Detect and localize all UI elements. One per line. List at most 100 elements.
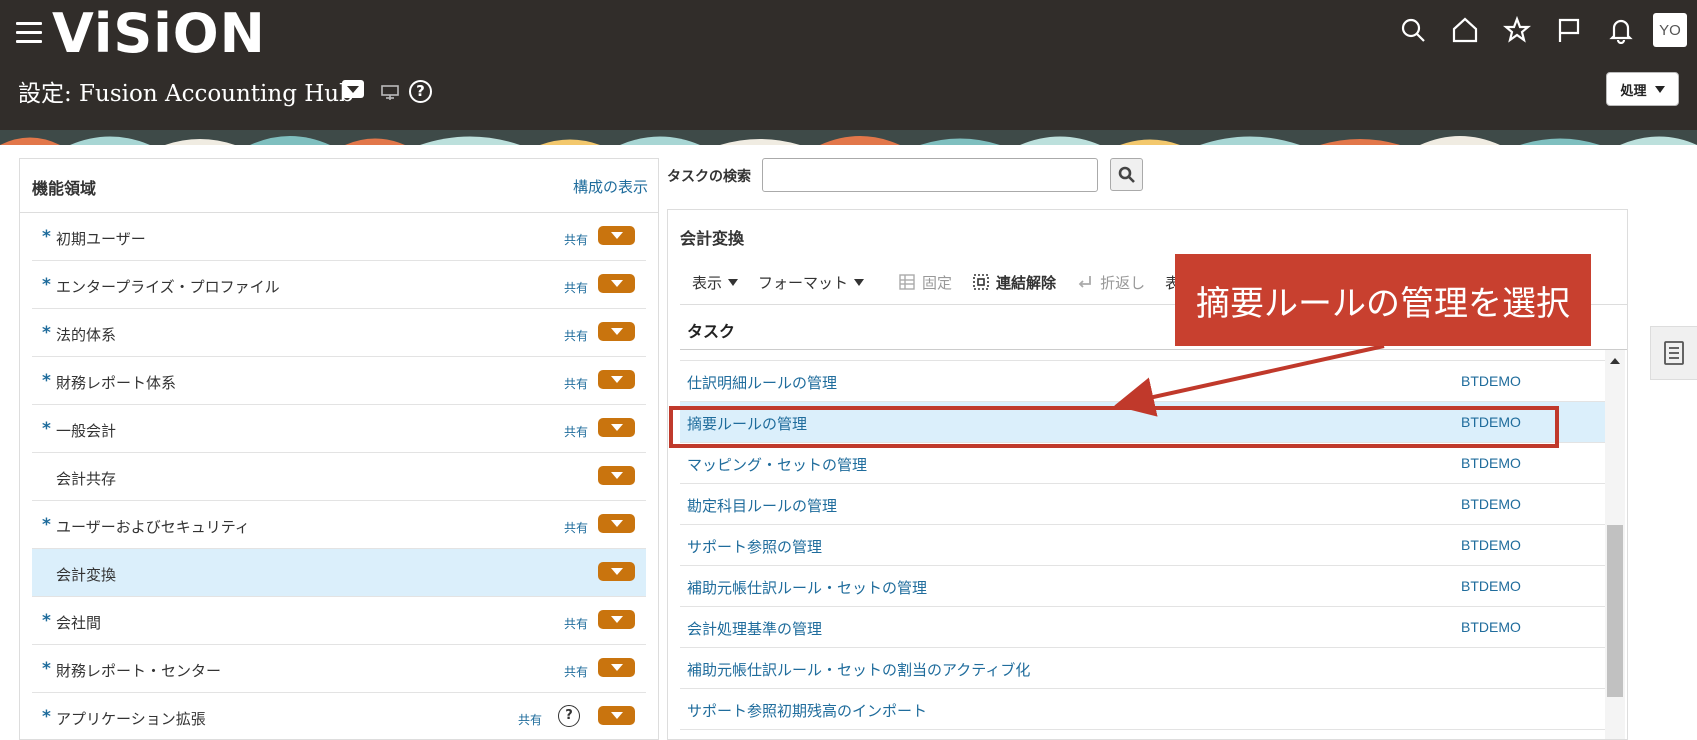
freeze-button[interactable]: 固定 (898, 272, 952, 293)
tasks-panel-title: 会計変換 (680, 229, 745, 248)
required-marker: * (42, 323, 51, 343)
format-label: フォーマット (758, 273, 849, 292)
task-link[interactable]: 仕訳明細ルールの管理 (687, 372, 837, 393)
area-label: アプリケーション拡張 (56, 710, 206, 728)
table-row[interactable]: 補助元帳仕訳ルール・セットの管理 BTDEMO (680, 566, 1605, 607)
task-owner[interactable]: BTDEMO (1461, 578, 1521, 594)
vertical-scrollbar[interactable] (1605, 350, 1625, 739)
status-dropdown[interactable] (598, 514, 635, 533)
area-row-initial-users[interactable]: * 初期ユーザー 共有 (32, 213, 646, 261)
status-dropdown[interactable] (598, 370, 635, 389)
help-icon[interactable]: ? (558, 705, 580, 727)
shared-link[interactable]: 共有 (564, 231, 588, 248)
area-row-application-extensions[interactable]: * アプリケーション拡張 共有 ? (32, 693, 646, 740)
detach-button[interactable]: 連結解除 (972, 272, 1056, 293)
required-marker: * (42, 275, 51, 295)
page-title-dropdown[interactable] (342, 80, 364, 98)
scroll-up-icon[interactable] (1610, 358, 1620, 364)
area-label: 会計共存 (56, 470, 117, 488)
help-icon[interactable]: ? (409, 80, 432, 103)
shared-link[interactable]: 共有 (564, 663, 588, 680)
status-dropdown[interactable] (598, 658, 635, 677)
area-label: ユーザーおよびセキュリティ (56, 518, 250, 536)
tool-icon[interactable] (380, 84, 400, 102)
shared-link[interactable]: 共有 (564, 615, 588, 632)
task-link[interactable]: マッピング・セットの管理 (687, 454, 867, 475)
area-row-users-and-security[interactable]: * ユーザーおよびセキュリティ 共有 (32, 501, 646, 549)
shared-link[interactable]: 共有 (564, 279, 588, 296)
status-dropdown[interactable] (598, 226, 635, 245)
table-row[interactable]: 会計処理基準の管理 BTDEMO (680, 607, 1605, 648)
scrollbar-thumb[interactable] (1607, 525, 1623, 697)
area-row-intercompany[interactable]: * 会社間 共有 (32, 597, 646, 645)
required-marker: * (42, 707, 51, 727)
side-panel-tab[interactable] (1650, 326, 1697, 380)
shared-link[interactable]: 共有 (564, 327, 588, 344)
star-icon[interactable] (1501, 14, 1533, 46)
area-row-general-ledger[interactable]: * 一般会計 共有 (32, 405, 646, 453)
table-row[interactable]: マッピング・セットの管理 BTDEMO (680, 443, 1605, 484)
status-dropdown[interactable] (598, 610, 635, 629)
area-row-financial-reporting-center[interactable]: * 財務レポート・センター 共有 (32, 645, 646, 693)
view-menu[interactable]: 表示 (692, 272, 739, 293)
area-label: 会計変換 (56, 566, 117, 584)
task-owner[interactable]: BTDEMO (1461, 496, 1521, 512)
wrap-button[interactable]: 折返し (1076, 272, 1145, 293)
area-row-financial-reporting-structures[interactable]: * 財務レポート体系 共有 (32, 357, 646, 405)
table-row[interactable]: 仕訳明細ルールの管理 BTDEMO (680, 361, 1605, 402)
task-link[interactable]: 会計処理基準の管理 (687, 618, 822, 639)
show-configuration-link[interactable]: 構成の表示 (573, 176, 648, 197)
area-row-accounting-transformation[interactable]: 会計変換 (32, 549, 646, 597)
area-label: 一般会計 (56, 422, 117, 440)
task-owner[interactable]: BTDEMO (1461, 373, 1521, 389)
task-link[interactable]: 補助元帳仕訳ルール・セットの管理 (687, 577, 927, 598)
status-dropdown[interactable] (598, 466, 635, 485)
flag-icon[interactable] (1553, 14, 1585, 46)
functional-areas-header: 機能領域 構成の表示 (20, 159, 658, 213)
bell-icon[interactable] (1605, 14, 1637, 46)
vision-logo[interactable]: ViSiON (52, 4, 266, 64)
area-row-enterprise-profile[interactable]: * エンタープライズ・プロファイル 共有 (32, 261, 646, 309)
table-row[interactable]: 補助元帳仕訳ルール・セットの割当のアクティブ化 (680, 648, 1605, 689)
task-owner[interactable]: BTDEMO (1461, 537, 1521, 553)
area-label: エンタープライズ・プロファイル (56, 278, 280, 296)
search-icon[interactable] (1397, 14, 1429, 46)
task-owner[interactable]: BTDEMO (1461, 619, 1521, 635)
shared-link[interactable]: 共有 (564, 423, 588, 440)
task-link[interactable]: 補助元帳仕訳ルール・セットの割当のアクティブ化 (687, 659, 1030, 680)
task-link[interactable]: 勘定科目ルールの管理 (687, 495, 837, 516)
annotation-highlight-box (669, 406, 1559, 448)
status-dropdown[interactable] (598, 562, 635, 581)
shared-link[interactable]: 共有 (518, 711, 542, 728)
required-marker: * (42, 419, 51, 439)
actions-button[interactable]: 処理 (1606, 72, 1679, 106)
column-header-label: タスク (687, 322, 736, 341)
home-icon[interactable] (1449, 14, 1481, 46)
user-avatar[interactable]: YO (1653, 13, 1687, 47)
required-marker: * (42, 659, 51, 679)
task-link[interactable]: サポート参照の管理 (687, 536, 822, 557)
freeze-icon (898, 273, 916, 291)
status-dropdown[interactable] (598, 322, 635, 341)
area-row-legal-structures[interactable]: * 法的体系 共有 (32, 309, 646, 357)
status-dropdown[interactable] (598, 418, 635, 437)
wrap-icon (1076, 273, 1094, 291)
menu-icon[interactable] (16, 22, 42, 44)
detach-icon (972, 273, 990, 291)
global-header: ViSiON YO 設定: Fusion Accounting Hub ? 処理 (0, 0, 1697, 130)
task-owner[interactable]: BTDEMO (1461, 455, 1521, 471)
format-menu[interactable]: フォーマット (758, 272, 865, 293)
table-row[interactable]: 勘定科目ルールの管理 BTDEMO (680, 484, 1605, 525)
shared-link[interactable]: 共有 (564, 375, 588, 392)
table-row[interactable]: サポート参照初期残高のインポート (680, 689, 1605, 730)
freeze-label: 固定 (922, 273, 953, 292)
shared-link[interactable]: 共有 (564, 519, 588, 536)
status-dropdown[interactable] (598, 706, 635, 725)
task-search-input[interactable] (762, 158, 1098, 192)
required-marker: * (42, 371, 51, 391)
search-button[interactable] (1110, 158, 1143, 191)
area-row-accounting-coexistence[interactable]: 会計共存 (32, 453, 646, 501)
task-link[interactable]: サポート参照初期残高のインポート (687, 700, 927, 721)
table-row[interactable]: サポート参照の管理 BTDEMO (680, 525, 1605, 566)
status-dropdown[interactable] (598, 274, 635, 293)
